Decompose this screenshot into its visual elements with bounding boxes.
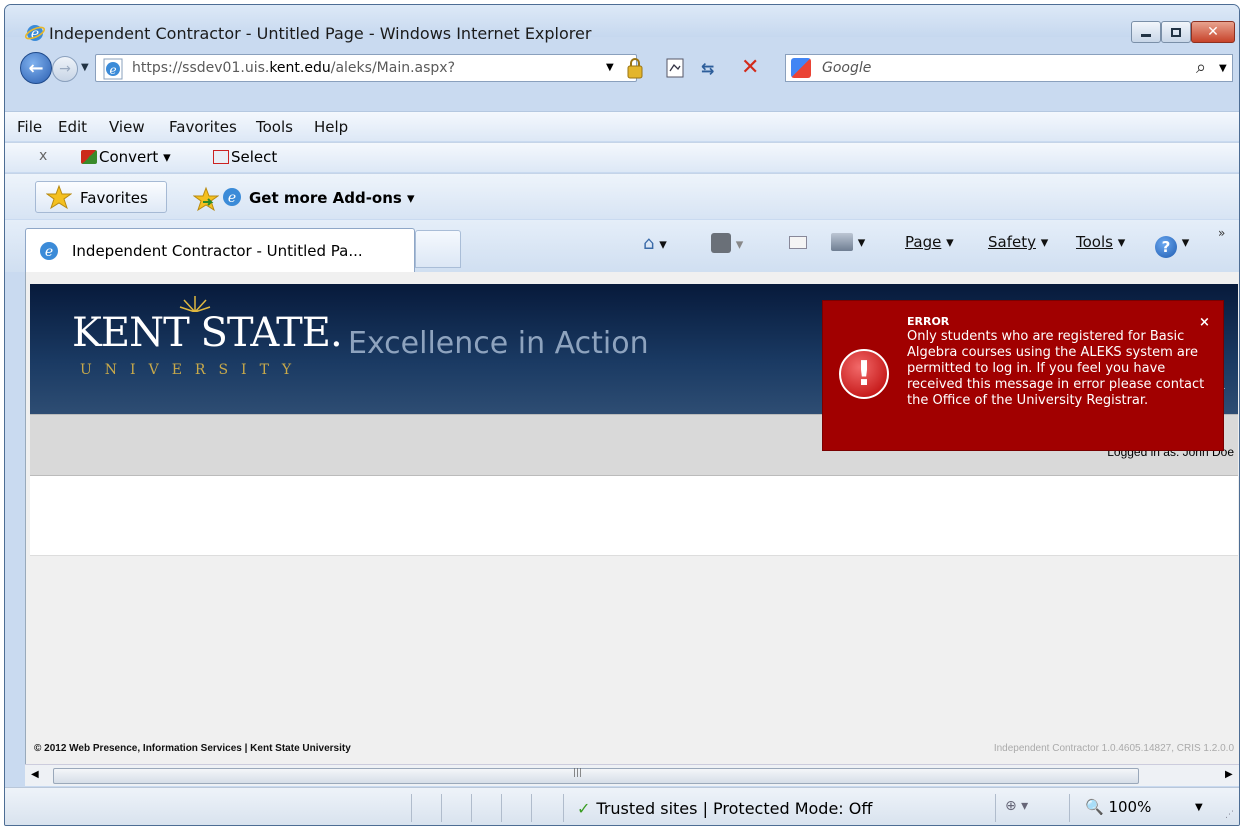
zoom-level[interactable]: 🔍 100% [1085, 798, 1151, 816]
zoom-dropdown[interactable]: ▼ [1195, 802, 1203, 813]
footer-version: Independent Contractor 1.0.4605.14827, C… [993, 743, 1234, 754]
scroll-right-icon[interactable]: ▶ [1225, 769, 1233, 780]
close-icon: ✕ [1207, 24, 1219, 40]
tab-active[interactable]: e Independent Contractor - Untitled Pa..… [25, 228, 415, 272]
menu-tools[interactable]: Tools [256, 118, 293, 136]
printer-icon [831, 233, 853, 251]
help-icon: ? [1155, 236, 1177, 258]
home-icon: ⌂ [643, 233, 655, 254]
university-subtitle: UNIVERSITY [80, 362, 305, 378]
favorites-bar: Favorites e Get more Add-ons ▾ [5, 173, 1239, 219]
title-bar: e Independent Contractor - Untitled Page… [5, 5, 1239, 43]
ie-page-icon: e [103, 58, 123, 80]
stop-icon[interactable]: ✕ [741, 55, 759, 80]
error-close-button[interactable]: × [1199, 315, 1210, 330]
mail-icon [789, 236, 807, 249]
error-icon [839, 349, 889, 399]
url-text[interactable]: https://ssdev01.uis.kent.edu/aleks/Main.… [132, 60, 455, 76]
close-window-button[interactable]: ✕ [1191, 21, 1235, 43]
addons-ie-icon: e [223, 188, 241, 206]
recent-pages-dropdown[interactable]: ▼ [81, 62, 89, 73]
refresh-icon[interactable]: ⇆ [701, 59, 714, 78]
feeds-button[interactable]: ▾ [711, 233, 743, 253]
menu-favorites[interactable]: Favorites [169, 118, 237, 136]
google-icon [791, 58, 811, 78]
tab-title: Independent Contractor - Untitled Pa... [72, 242, 363, 260]
add-favorite-icon[interactable] [193, 186, 219, 212]
tools-menu[interactable]: Tools ▾ [1076, 233, 1125, 251]
footer-copyright: © 2012 Web Presence, Information Service… [34, 743, 351, 754]
menu-bar: File Edit View Favorites Tools Help [5, 111, 1239, 141]
ie-logo-icon: e [25, 25, 45, 42]
main-panel [30, 476, 1238, 556]
menu-help[interactable]: Help [314, 118, 348, 136]
svg-text:e: e [45, 244, 53, 260]
resize-grip-icon[interactable]: ⋰ [1225, 810, 1234, 820]
new-tab-button[interactable] [415, 230, 461, 268]
svg-text:e: e [109, 63, 116, 77]
zoom-icon: 🔍 [1085, 798, 1104, 816]
compatibility-view-icon[interactable] [665, 57, 685, 79]
search-options-dropdown[interactable]: ▼ [1219, 63, 1227, 74]
browser-window: e Independent Contractor - Untitled Page… [4, 4, 1240, 826]
error-message: Only students who are registered for Bas… [907, 329, 1205, 408]
forward-arrow-icon: → [59, 61, 71, 77]
favorites-star-icon [46, 184, 72, 210]
select-icon [213, 150, 229, 164]
lock-icon[interactable] [626, 57, 644, 79]
svg-text:e: e [228, 190, 236, 206]
read-mail-button[interactable] [789, 233, 807, 251]
minimize-icon [1141, 33, 1151, 37]
help-button[interactable]: ? ▾ [1155, 233, 1189, 258]
menu-edit[interactable]: Edit [58, 118, 87, 136]
security-zone[interactable]: ✓ Trusted sites | Protected Mode: Off [577, 799, 872, 818]
minimize-button[interactable] [1131, 21, 1161, 43]
maximize-icon [1171, 27, 1181, 37]
forward-button[interactable]: → [52, 56, 78, 82]
university-logo: KENT STATE. [72, 310, 343, 356]
back-button[interactable]: ← [20, 52, 52, 84]
more-commands-icon[interactable]: » [1218, 226, 1225, 240]
check-icon: ✓ [577, 799, 591, 818]
search-box[interactable]: Google ⌕ ▼ [785, 54, 1233, 82]
page-footer: © 2012 Web Presence, Information Service… [30, 740, 1238, 758]
favorites-button[interactable]: Favorites [35, 181, 167, 213]
search-icon[interactable]: ⌕ [1196, 57, 1206, 78]
toolbar-close-button[interactable]: x [39, 148, 47, 164]
scroll-left-icon[interactable]: ◀ [31, 769, 39, 780]
print-button[interactable]: ▾ [831, 233, 865, 251]
back-arrow-icon: ← [28, 57, 44, 79]
scrollbar-thumb[interactable] [53, 768, 1139, 784]
menu-file[interactable]: File [17, 118, 42, 136]
page-menu[interactable]: Page ▾ [905, 233, 954, 251]
get-more-addons-button[interactable]: Get more Add-ons ▾ [249, 189, 415, 207]
error-notification: ERROR Only students who are registered f… [822, 300, 1224, 451]
convert-button[interactable]: Convert ▾ [81, 148, 171, 166]
select-button[interactable]: Select [213, 148, 277, 166]
error-title: ERROR [907, 315, 950, 328]
horizontal-scrollbar[interactable]: ◀ ||| ▶ [25, 764, 1239, 786]
tab-row: e Independent Contractor - Untitled Pa..… [5, 220, 1239, 272]
search-placeholder: Google [822, 60, 872, 76]
address-row: ← → ▼ e https://ssdev01.uis.kent.edu/ale… [5, 49, 1239, 89]
home-button[interactable]: ⌂ ▾ [643, 233, 667, 254]
menu-view[interactable]: View [109, 118, 145, 136]
pdf-toolbar: x Convert ▾ Select [5, 142, 1239, 172]
scrollbar-grip-icon: ||| [573, 768, 583, 778]
tagline: Excellence in Action [348, 326, 649, 361]
popup-blocker-icon[interactable]: ⊕ ▾ [1005, 798, 1028, 814]
maximize-button[interactable] [1161, 21, 1191, 43]
page-content: KENT STATE. UNIVERSITY Excellence in Act… [25, 272, 1239, 764]
safety-menu[interactable]: Safety ▾ [988, 233, 1048, 251]
window-title: Independent Contractor - Untitled Page -… [49, 24, 592, 43]
status-bar: ✓ Trusted sites | Protected Mode: Off ⊕ ▾… [5, 787, 1239, 825]
tab-ie-icon: e [40, 242, 58, 260]
address-bar[interactable]: e https://ssdev01.uis.kent.edu/aleks/Mai… [95, 54, 643, 82]
url-dropdown[interactable]: ▼ [606, 62, 614, 73]
rss-icon [711, 233, 731, 253]
convert-icon [81, 150, 97, 164]
